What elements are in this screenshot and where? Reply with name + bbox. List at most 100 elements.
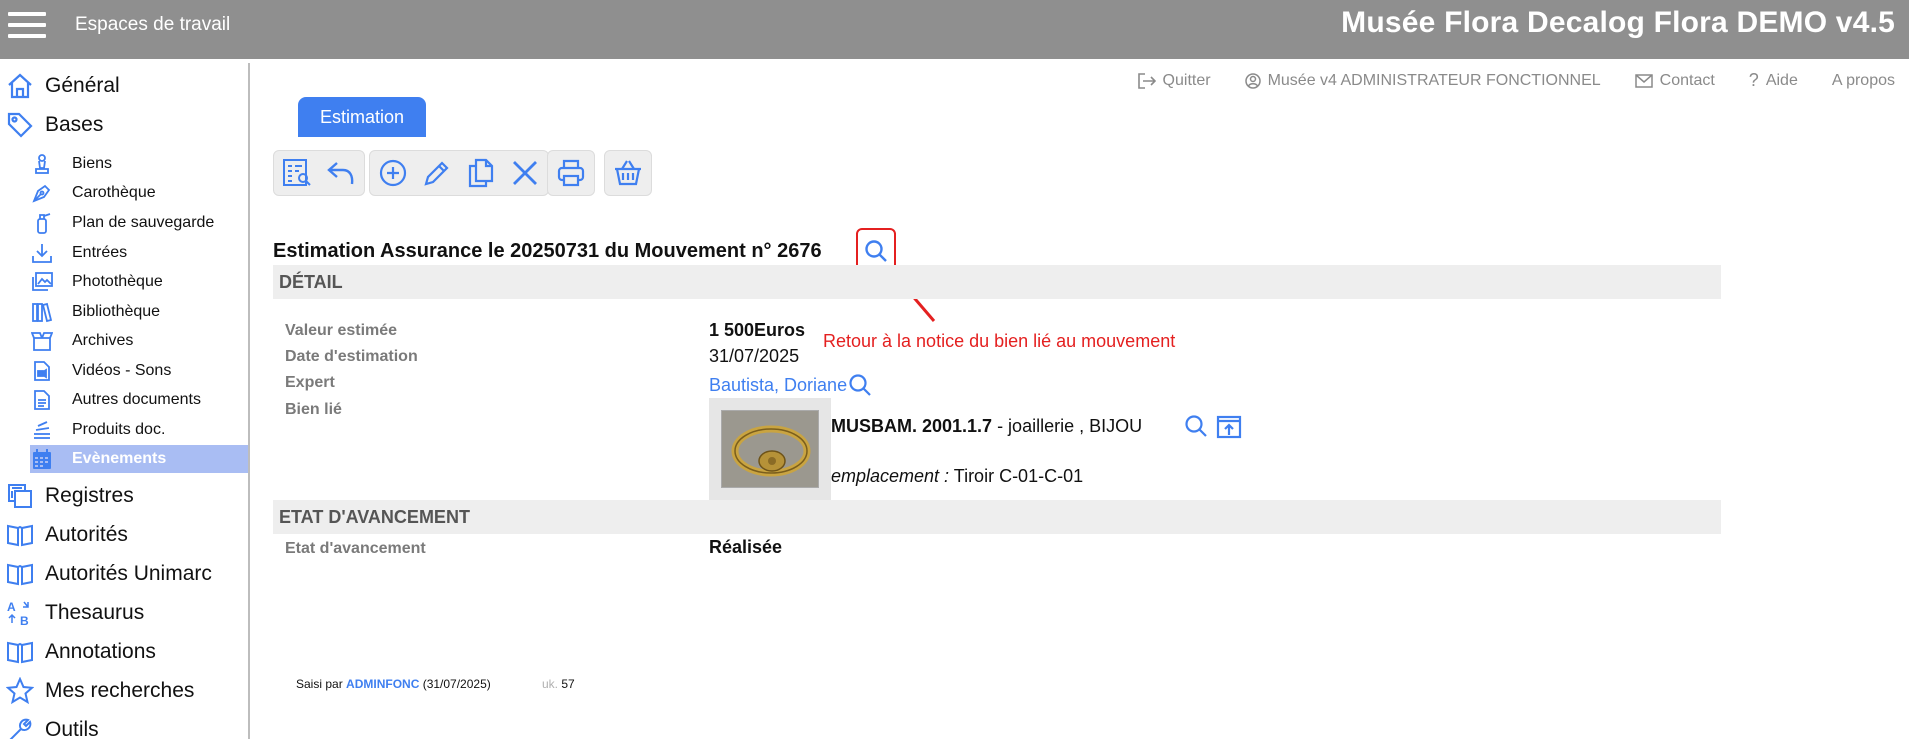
sidebar-item-label: Produits doc. bbox=[72, 421, 166, 438]
star-icon bbox=[5, 676, 35, 706]
uk-value: 57 bbox=[561, 677, 575, 691]
list-search-icon bbox=[283, 159, 311, 186]
workspaces-link[interactable]: Espaces de travail bbox=[75, 14, 230, 36]
sidebar-item-label: Autorités bbox=[45, 523, 128, 546]
duplicate-button[interactable] bbox=[462, 154, 500, 192]
pen-nib-icon bbox=[30, 181, 54, 205]
add-button[interactable] bbox=[374, 154, 412, 192]
user-label: Musée v4 ADMINISTRATEUR FONCTIONNEL bbox=[1267, 71, 1601, 89]
sidebar-item-autorites-unimarc[interactable]: Autorités Unimarc bbox=[0, 555, 248, 593]
top-bar: Espaces de travail Musée Flora Decalog F… bbox=[0, 0, 1909, 59]
question-icon: ? bbox=[1748, 70, 1759, 90]
back-button[interactable] bbox=[322, 154, 360, 192]
sidebar-item-thesaurus[interactable]: AB Thesaurus bbox=[0, 594, 248, 632]
record-uk: uk. 57 bbox=[542, 677, 575, 691]
sidebar-item-label: Photothèque bbox=[72, 273, 163, 290]
bien-label: Bien lié bbox=[285, 401, 342, 418]
annotation-text: Retour à la notice du bien lié au mouvem… bbox=[823, 331, 1176, 351]
section-header-progress: ETAT D'AVANCEMENT bbox=[273, 500, 1721, 534]
copy-icon bbox=[5, 481, 35, 511]
sidebar-item-general[interactable]: Général bbox=[0, 67, 248, 105]
box-open-icon bbox=[30, 329, 54, 353]
sidebar-item-entrees[interactable]: Entrées bbox=[0, 239, 248, 267]
sidebar-item-phototheque[interactable]: Photothèque bbox=[0, 268, 248, 296]
edit-button[interactable] bbox=[418, 154, 456, 192]
toolbar-group-print bbox=[547, 150, 595, 196]
bien-search-icon[interactable] bbox=[1183, 413, 1209, 439]
sidebar-item-archives[interactable]: Archives bbox=[0, 327, 248, 355]
sidebar-item-bases[interactable]: Bases bbox=[0, 106, 248, 144]
footer-user-link[interactable]: ADMINFONC bbox=[346, 677, 419, 691]
sidebar-item-outils[interactable]: Outils bbox=[0, 711, 248, 739]
sidebar: Général Bases Biens Carothèque Plan de s… bbox=[0, 63, 250, 739]
emplacement-label: emplacement : bbox=[831, 466, 950, 486]
sidebar-item-autres-documents[interactable]: Autres documents bbox=[0, 386, 248, 414]
contact-link[interactable]: Contact bbox=[1634, 70, 1715, 91]
tab-estimation[interactable]: Estimation bbox=[298, 97, 426, 137]
sidebar-item-label: Bibliothèque bbox=[72, 303, 161, 320]
expert-link[interactable]: Bautista, Doriane bbox=[709, 375, 847, 396]
search-icon[interactable] bbox=[847, 372, 873, 398]
sort-alpha-icon: AB bbox=[5, 598, 35, 628]
etat-value: Réalisée bbox=[709, 537, 783, 557]
valeur-label: Valeur estimée bbox=[285, 322, 398, 339]
svg-text:B: B bbox=[20, 614, 29, 627]
sidebar-item-label: Plan de sauvegarde bbox=[72, 214, 215, 231]
sidebar-item-biens[interactable]: Biens bbox=[0, 150, 248, 178]
sidebar-item-label: Mes recherches bbox=[45, 679, 195, 702]
undo-icon bbox=[327, 162, 354, 185]
book-open-icon bbox=[5, 559, 35, 589]
sidebar-item-label: Thesaurus bbox=[45, 601, 145, 624]
books-icon bbox=[30, 300, 54, 324]
file-video-icon bbox=[30, 359, 54, 383]
date-label: Date d'estimation bbox=[285, 348, 418, 365]
sidebar-item-bibliotheque[interactable]: Bibliothèque bbox=[0, 298, 248, 326]
list-search-button[interactable] bbox=[278, 154, 316, 192]
footer-date: (31/07/2025) bbox=[419, 677, 491, 691]
help-label: Aide bbox=[1765, 71, 1798, 89]
sidebar-item-annotations[interactable]: Annotations bbox=[0, 633, 248, 671]
user-link[interactable]: Musée v4 ADMINISTRATEUR FONCTIONNEL bbox=[1244, 70, 1601, 91]
envelope-icon bbox=[1634, 73, 1653, 88]
bien-thumbnail-frame[interactable] bbox=[709, 398, 831, 500]
sign-out-icon bbox=[1137, 72, 1156, 89]
sidebar-item-label: Evènements bbox=[72, 450, 167, 467]
book-open-icon bbox=[5, 520, 35, 550]
top-links: Quitter Musée v4 ADMINISTRATEUR FONCTION… bbox=[1137, 70, 1895, 91]
sidebar-item-mes-recherches[interactable]: Mes recherches bbox=[0, 672, 248, 710]
expert-label: Expert bbox=[285, 374, 335, 391]
sidebar-item-evenements[interactable]: Evènements bbox=[30, 445, 248, 473]
toolbar-group-basket bbox=[604, 150, 652, 196]
print-button[interactable] bbox=[552, 154, 590, 192]
sidebar-item-carotheque[interactable]: Carothèque bbox=[0, 179, 248, 207]
sidebar-item-label: Biens bbox=[72, 155, 113, 172]
help-link[interactable]: ? Aide bbox=[1749, 70, 1798, 91]
quit-link[interactable]: Quitter bbox=[1137, 70, 1211, 91]
basket-button[interactable] bbox=[609, 154, 647, 192]
sidebar-item-produits-doc[interactable]: Produits doc. bbox=[0, 416, 248, 444]
wrench-icon bbox=[5, 715, 35, 739]
sidebar-item-autorites[interactable]: Autorités bbox=[0, 516, 248, 554]
open-record-icon[interactable] bbox=[1216, 413, 1242, 439]
sidebar-item-label: Annotations bbox=[45, 640, 156, 663]
copy-icon bbox=[468, 158, 494, 188]
uk-label: uk. bbox=[542, 677, 559, 691]
stack-icon bbox=[30, 418, 54, 442]
close-icon bbox=[513, 161, 537, 185]
book-open-icon bbox=[5, 637, 35, 667]
print-icon bbox=[557, 159, 585, 187]
statue-icon bbox=[30, 152, 54, 176]
app-title: Musée Flora Decalog Flora DEMO v4.5 bbox=[1341, 6, 1895, 39]
about-link[interactable]: A propos bbox=[1832, 70, 1895, 91]
sidebar-item-videos-sons[interactable]: Vidéos - Sons bbox=[0, 357, 248, 385]
hamburger-menu-icon[interactable] bbox=[8, 9, 46, 41]
sidebar-item-plan-de-sauvegarde[interactable]: Plan de sauvegarde bbox=[0, 209, 248, 237]
sidebar-item-registres[interactable]: Registres bbox=[0, 477, 248, 515]
sidebar-item-label: Général bbox=[45, 74, 120, 97]
toolbar-group-nav bbox=[273, 150, 365, 196]
record-footer: Saisi par ADMINFONC (31/07/2025) bbox=[296, 677, 491, 691]
delete-button[interactable] bbox=[506, 154, 544, 192]
expert-field: Bautista, Doriane bbox=[709, 372, 873, 398]
sidebar-item-label: Autres documents bbox=[72, 391, 201, 408]
sidebar-item-label: Bases bbox=[45, 113, 104, 136]
